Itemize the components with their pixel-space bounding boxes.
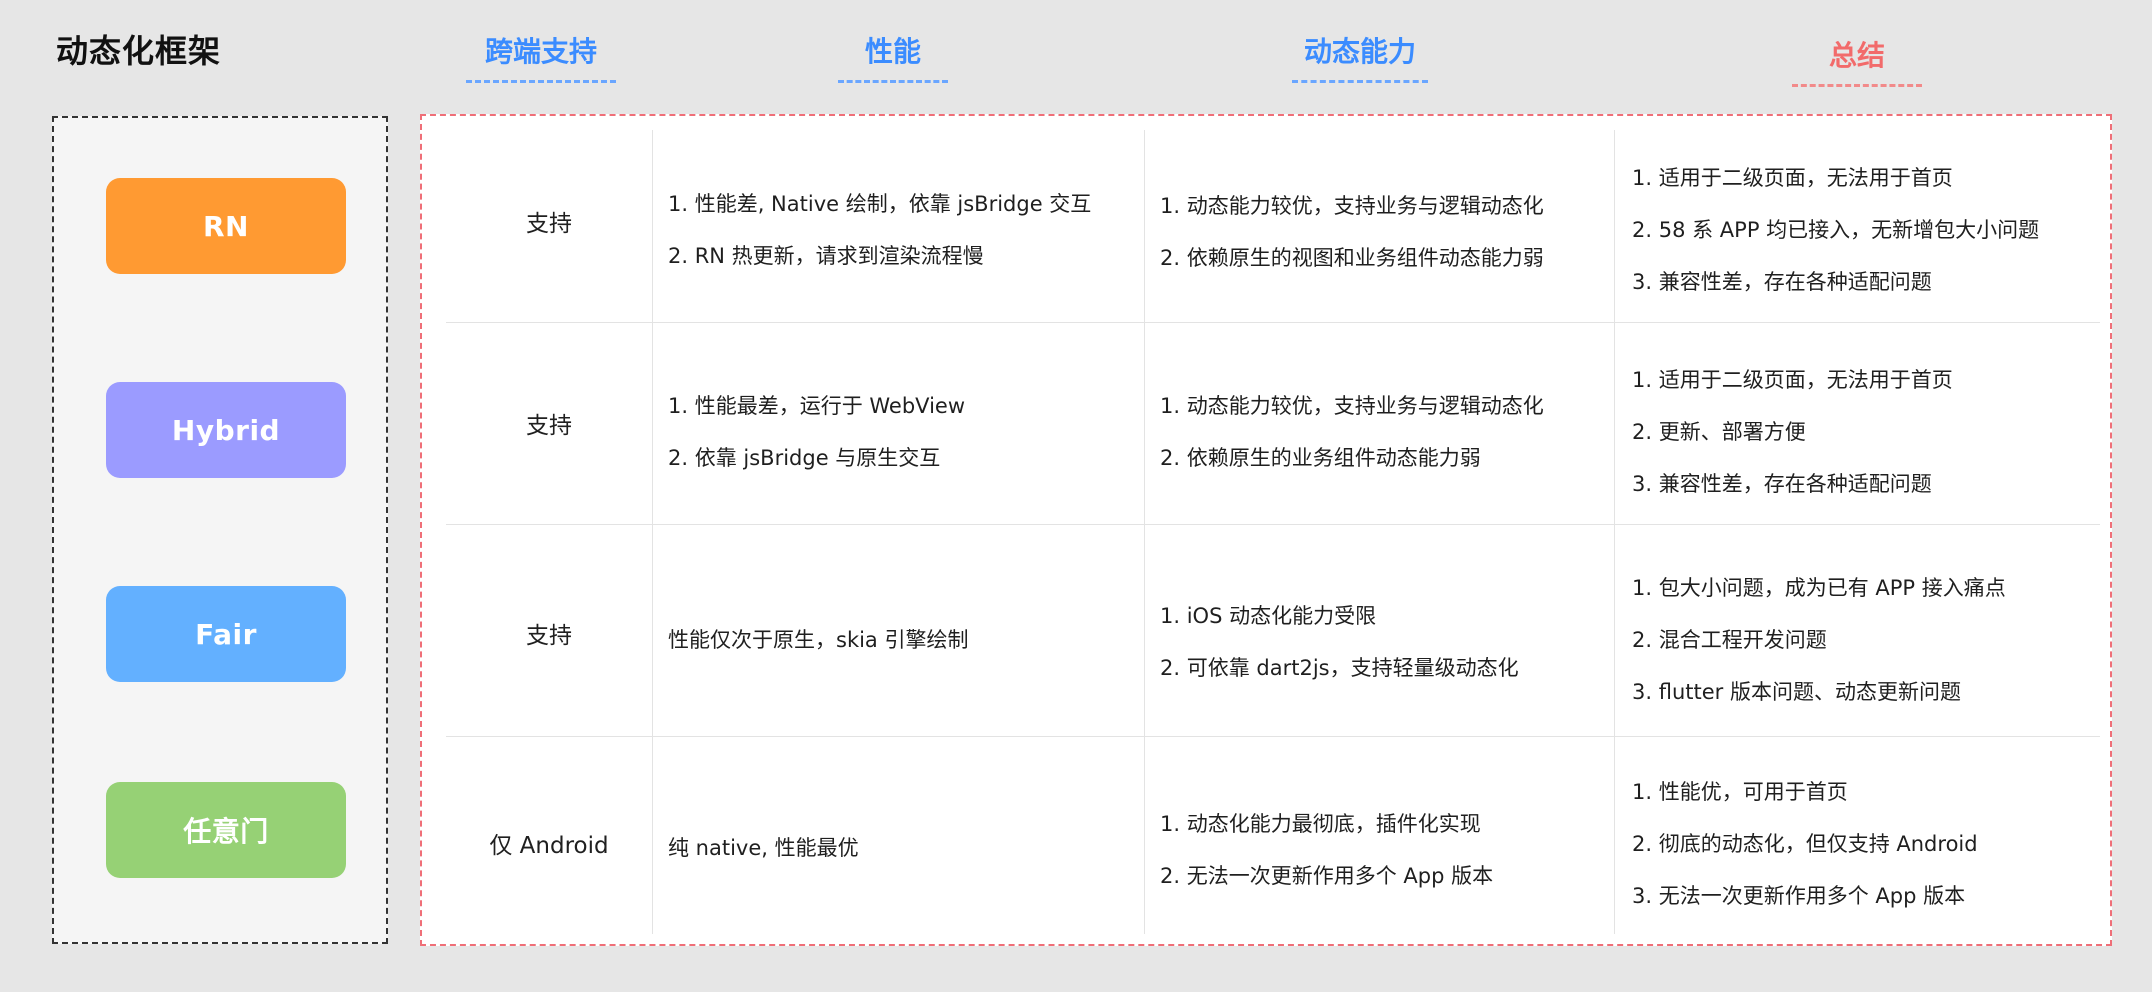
row-divider	[446, 322, 2100, 323]
column-header-dynamic-capability: 动态能力	[1292, 30, 1428, 83]
table-cell-line: 1. 包大小问题，成为已有 APP 接入痛点	[1632, 576, 2006, 600]
column-header-performance: 性能	[838, 30, 948, 83]
table-cell-line: 纯 native, 性能最优	[668, 836, 859, 860]
column-header-summary: 总结	[1792, 34, 1922, 87]
table-cell-cross-platform: 支持	[526, 623, 572, 649]
framework-label: 任意门	[183, 815, 269, 848]
row-divider	[446, 524, 2100, 525]
column-divider	[1144, 130, 1145, 934]
table-cell-performance: 1. 性能差, Native 绘制，依靠 jsBridge 交互 2. RN 热…	[668, 178, 1091, 282]
framework-list-panel: RN Hybrid Fair 任意门	[52, 116, 388, 944]
table-cell-performance: 性能仅次于原生，skia 引擎绘制	[668, 614, 968, 666]
table-cell-line: 1. 性能优，可用于首页	[1632, 780, 1848, 804]
table-cell-line: 2. 可依靠 dart2js，支持轻量级动态化	[1160, 656, 1519, 680]
column-header-summary-label: 总结	[1828, 39, 1885, 72]
table-cell-line: 1. 适用于二级页面，无法用于首页	[1632, 368, 1953, 392]
table-cell-line: 3. 无法一次更新作用多个 App 版本	[1632, 884, 1966, 908]
table-cell-line: 2. 更新、部署方便	[1632, 420, 1806, 444]
comparison-table: 支持 1. 性能差, Native 绘制，依靠 jsBridge 交互 2. R…	[420, 114, 2112, 946]
column-header-dynamic-capability-label: 动态能力	[1303, 35, 1416, 68]
table-cell-line: 1. 适用于二级页面，无法用于首页	[1632, 166, 1953, 190]
table-cell-line: 3. 兼容性差，存在各种适配问题	[1632, 472, 1932, 496]
table-cell-summary: 1. 适用于二级页面，无法用于首页 2. 58 系 APP 均已接入，无新增包大…	[1632, 152, 2039, 308]
table-cell-dynamic: 1. 动态化能力最彻底，插件化实现 2. 无法一次更新作用多个 App 版本	[1160, 798, 1493, 902]
table-cell-line: 性能仅次于原生，skia 引擎绘制	[668, 628, 969, 652]
column-header-cross-platform: 跨端支持	[466, 30, 616, 83]
table-cell-line: 1. 动态化能力最彻底，插件化实现	[1160, 812, 1481, 836]
table-cell-line: 1. 动态能力较优，支持业务与逻辑动态化	[1160, 394, 1544, 418]
column-divider	[1614, 130, 1615, 934]
table-cell-line: 2. 彻底的动态化，但仅支持 Android	[1632, 832, 1978, 856]
table-cell-summary: 1. 适用于二级页面，无法用于首页 2. 更新、部署方便 3. 兼容性差，存在各…	[1632, 354, 1953, 510]
table-cell-summary: 1. 性能优，可用于首页 2. 彻底的动态化，但仅支持 Android 3. 无…	[1632, 766, 1978, 922]
table-cell-line: 2. 依靠 jsBridge 与原生交互	[668, 446, 941, 470]
table-cell-line: 1. 性能差, Native 绘制，依靠 jsBridge 交互	[668, 192, 1092, 216]
row-divider	[446, 736, 2100, 737]
column-header-underline	[1292, 80, 1428, 83]
column-header-cross-platform-label: 跨端支持	[484, 35, 597, 68]
column-header-underline	[838, 80, 948, 83]
table-cell-dynamic: 1. iOS 动态化能力受限 2. 可依靠 dart2js，支持轻量级动态化	[1160, 590, 1519, 694]
table-cell-line: 3. 兼容性差，存在各种适配问题	[1632, 270, 1932, 294]
table-cell-line: 2. 依赖原生的业务组件动态能力弱	[1160, 446, 1481, 470]
table-cell-cross-platform: 支持	[526, 211, 572, 237]
column-header-underline	[466, 80, 616, 83]
table-cell-cross-platform: 仅 Android	[489, 833, 609, 859]
table-cell-line: 2. 混合工程开发问题	[1632, 628, 1827, 652]
table-cell-line: 2. RN 热更新，请求到渲染流程慢	[668, 244, 984, 268]
table-cell-line: 2. 无法一次更新作用多个 App 版本	[1160, 864, 1494, 888]
table-cell-performance: 纯 native, 性能最优	[668, 822, 859, 874]
table-cell-line: 1. iOS 动态化能力受限	[1160, 604, 1377, 628]
framework-label: RN	[203, 209, 249, 243]
table-cell-dynamic: 1. 动态能力较优，支持业务与逻辑动态化 2. 依赖原生的业务组件动态能力弱	[1160, 380, 1544, 484]
table-cell-dynamic: 1. 动态能力较优，支持业务与逻辑动态化 2. 依赖原生的视图和业务组件动态能力…	[1160, 180, 1544, 284]
table-cell-line: 1. 性能最差，运行于 WebView	[668, 394, 966, 418]
table-cell-performance: 1. 性能最差，运行于 WebView 2. 依靠 jsBridge 与原生交互	[668, 380, 965, 484]
framework-button-rn[interactable]: RN	[106, 178, 346, 274]
framework-label: Fair	[195, 617, 257, 651]
column-divider	[652, 130, 653, 934]
table-cell-line: 2. 58 系 APP 均已接入，无新增包大小问题	[1632, 218, 2040, 242]
table-cell-cross-platform: 支持	[526, 413, 572, 439]
page-title: 动态化框架	[56, 32, 222, 70]
framework-label: Hybrid	[171, 413, 281, 447]
framework-button-hybrid[interactable]: Hybrid	[106, 382, 346, 478]
framework-button-renyimen[interactable]: 任意门	[106, 782, 346, 878]
table-cell-line: 3. flutter 版本问题、动态更新问题	[1632, 680, 1961, 704]
column-header-underline	[1792, 84, 1922, 87]
column-header-performance-label: 性能	[864, 35, 921, 68]
table-cell-summary: 1. 包大小问题，成为已有 APP 接入痛点 2. 混合工程开发问题 3. fl…	[1632, 562, 2006, 718]
table-cell-line: 2. 依赖原生的视图和业务组件动态能力弱	[1160, 246, 1544, 270]
framework-button-fair[interactable]: Fair	[106, 586, 346, 682]
table-cell-line: 1. 动态能力较优，支持业务与逻辑动态化	[1160, 194, 1544, 218]
